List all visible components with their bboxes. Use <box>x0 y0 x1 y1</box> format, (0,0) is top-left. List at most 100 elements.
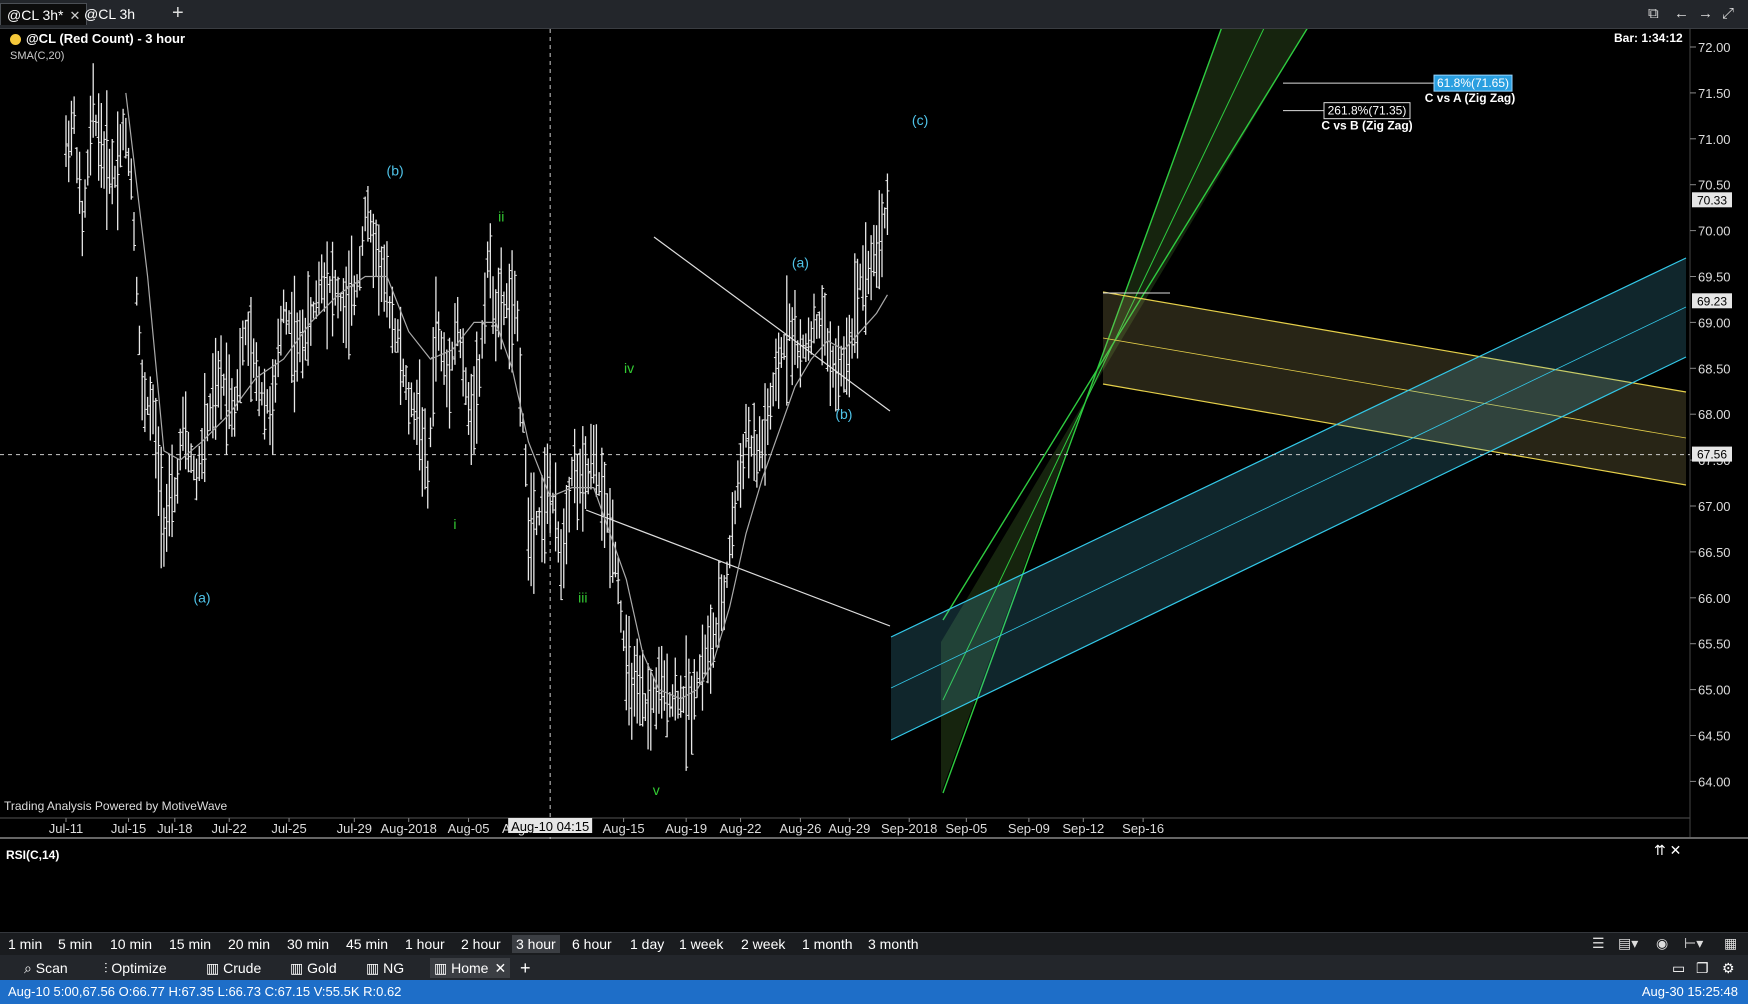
home-button[interactable]: ▥ Home ✕ <box>430 958 511 978</box>
study-menu-icon[interactable]: ▤▾ <box>1618 935 1638 952</box>
wave-label: (b) <box>387 163 404 179</box>
chart-area[interactable]: 72.00 71.50 71.00 70.50 70.00 69.50 69.00 68.50… <box>0 29 1748 839</box>
bar-countdown: Bar: 1:34:12 <box>1614 31 1683 45</box>
optimize-label: Optimize <box>111 960 167 976</box>
tf-2-week[interactable]: 2 week <box>737 935 789 953</box>
crosshair-time-label: Aug-10 04:15 <box>511 819 589 834</box>
fib-name-label: C vs B (Zig Zag) <box>1321 119 1412 133</box>
wave-label: iii <box>578 589 587 605</box>
x-tick-label: Sep-05 <box>945 821 987 836</box>
tf-1-month[interactable]: 1 month <box>798 935 857 953</box>
fib-value-label: 61.8%(71.65) <box>1437 76 1509 90</box>
x-tick-label: Aug-22 <box>720 821 762 836</box>
tab-label: @CL 3h <box>84 6 136 22</box>
y-tick-label: 66.00 <box>1698 591 1731 606</box>
gold-button[interactable]: ▥ Gold <box>290 958 337 978</box>
x-tick-label: Sep-2018 <box>881 821 937 836</box>
y-tick-label: 67.00 <box>1698 499 1731 514</box>
x-tick-label: Sep-16 <box>1122 821 1164 836</box>
wave-label: iv <box>624 360 634 376</box>
wave-label: (a) <box>193 589 210 605</box>
tf-10-min[interactable]: 10 min <box>106 935 156 953</box>
copy-icon[interactable]: ❐ <box>1696 958 1709 978</box>
wave-label: (b) <box>835 406 852 422</box>
tab-cl-3h[interactable]: @CL 3h <box>78 3 141 25</box>
y-tick-label: 69.00 <box>1698 315 1731 330</box>
chart-icon: ▥ <box>434 960 452 976</box>
tf-3-hour[interactable]: 3 hour <box>512 935 560 953</box>
price-tag-label: 67.56 <box>1697 448 1727 462</box>
y-tick-label: 66.50 <box>1698 545 1731 560</box>
y-tick-label: 70.50 <box>1698 178 1731 193</box>
tf-45-min[interactable]: 45 min <box>342 935 392 953</box>
chart-icon: ▥ <box>206 960 224 976</box>
y-tick-label: 71.50 <box>1698 86 1731 101</box>
calendar-icon[interactable]: ▦ <box>1724 935 1737 952</box>
tf-1-week[interactable]: 1 week <box>675 935 727 953</box>
tf-1-day[interactable]: 1 day <box>626 935 668 953</box>
x-tick-label: Aug-2018 <box>381 821 437 836</box>
tf-2-hour[interactable]: 2 hour <box>457 935 505 953</box>
tf-1-hour[interactable]: 1 hour <box>401 935 449 953</box>
bar-info: Aug-10 5:00,67.56 O:66.77 H:67.35 L:66.7… <box>8 984 402 999</box>
add-tab-icon[interactable]: + <box>172 2 184 24</box>
price-chart[interactable]: 72.00 71.50 71.00 70.50 70.00 69.50 69.00 68.50… <box>0 29 1748 839</box>
y-tick-label: 70.00 <box>1698 224 1731 239</box>
price-bars <box>64 63 890 771</box>
clock: Aug-30 15:25:48 <box>1641 984 1738 999</box>
crude-button[interactable]: ▥ Crude <box>206 958 261 978</box>
expand-icon[interactable]: ⤢ <box>1722 4 1734 24</box>
x-tick-label: Aug-05 <box>448 821 490 836</box>
back-arrow-icon[interactable]: ← <box>1674 4 1689 24</box>
tab-bar: @CL 3h* ✕ @CL 3h + ⧉ ← → ⤢ <box>0 0 1748 29</box>
scan-button[interactable]: ⌕ Scan <box>24 958 68 978</box>
x-tick-label: Jul-22 <box>211 821 246 836</box>
y-tick-label: 71.00 <box>1698 132 1731 147</box>
x-tick-label: Aug-26 <box>779 821 821 836</box>
close-icon[interactable]: ✕ <box>494 960 506 976</box>
tf-1-min[interactable]: 1 min <box>4 935 46 953</box>
scan-icon: ⌕ <box>24 960 36 976</box>
tf-15-min[interactable]: 15 min <box>165 935 215 953</box>
y-tick-label: 69.50 <box>1698 270 1731 285</box>
tf-5-min[interactable]: 5 min <box>54 935 96 953</box>
powered-by-label: Trading Analysis Powered by MotiveWave <box>4 799 228 813</box>
y-tick-label: 65.00 <box>1698 683 1731 698</box>
wave-label: i <box>453 516 456 532</box>
legend-dot <box>10 34 21 45</box>
tf-6-hour[interactable]: 6 hour <box>568 935 616 953</box>
rsi-label: RSI(C,14) <box>6 848 60 862</box>
tab-cl-3h-modified[interactable]: @CL 3h* ✕ <box>0 3 88 25</box>
wave-label: v <box>653 782 660 798</box>
panel-icon[interactable]: ▭ <box>1672 958 1685 978</box>
fib-name-label: C vs A (Zig Zag) <box>1425 91 1515 105</box>
add-workspace-icon[interactable]: + <box>520 958 531 978</box>
chart-legend-title: @CL (Red Count) - 3 hour <box>26 31 186 46</box>
ng-button[interactable]: ▥ NG <box>366 958 404 978</box>
y-tick-label: 68.00 <box>1698 407 1731 422</box>
tf-30-min[interactable]: 30 min <box>283 935 333 953</box>
rsi-panel-controls[interactable]: ⇈ ✕ <box>1654 842 1681 859</box>
price-tag-label: 69.23 <box>1697 294 1727 308</box>
bar-style-icon[interactable]: ⊢▾ <box>1684 935 1703 952</box>
price-tag-label: 70.33 <box>1697 193 1727 207</box>
maximize-icon[interactable]: ⧉ <box>1648 4 1659 24</box>
tf-20-min[interactable]: 20 min <box>224 935 274 953</box>
list-icon[interactable]: ☰ <box>1592 935 1605 952</box>
chart-icon: ▥ <box>366 960 384 976</box>
forward-arrow-icon[interactable]: → <box>1698 4 1713 24</box>
optimize-button[interactable]: ⫶ Optimize <box>104 958 167 978</box>
x-tick-label: Jul-11 <box>49 821 83 836</box>
tf-3-month[interactable]: 3 month <box>864 935 923 953</box>
crude-label: Crude <box>223 960 262 976</box>
chart-icon: ▥ <box>290 960 308 976</box>
y-tick-label: 64.50 <box>1698 729 1731 744</box>
y-tick-label: 72.00 <box>1698 40 1731 55</box>
x-tick-label: Sep-12 <box>1062 821 1104 836</box>
gear-icon[interactable]: ⚙ <box>1722 958 1735 978</box>
y-tick-label: 64.00 <box>1698 774 1731 789</box>
x-tick-label: Sep-09 <box>1008 821 1050 836</box>
eye-icon[interactable]: ◉ <box>1656 935 1668 952</box>
timeframe-bar: 1 min 5 min 10 min 15 min 20 min 30 min … <box>0 932 1748 955</box>
ng-label: NG <box>383 960 405 976</box>
